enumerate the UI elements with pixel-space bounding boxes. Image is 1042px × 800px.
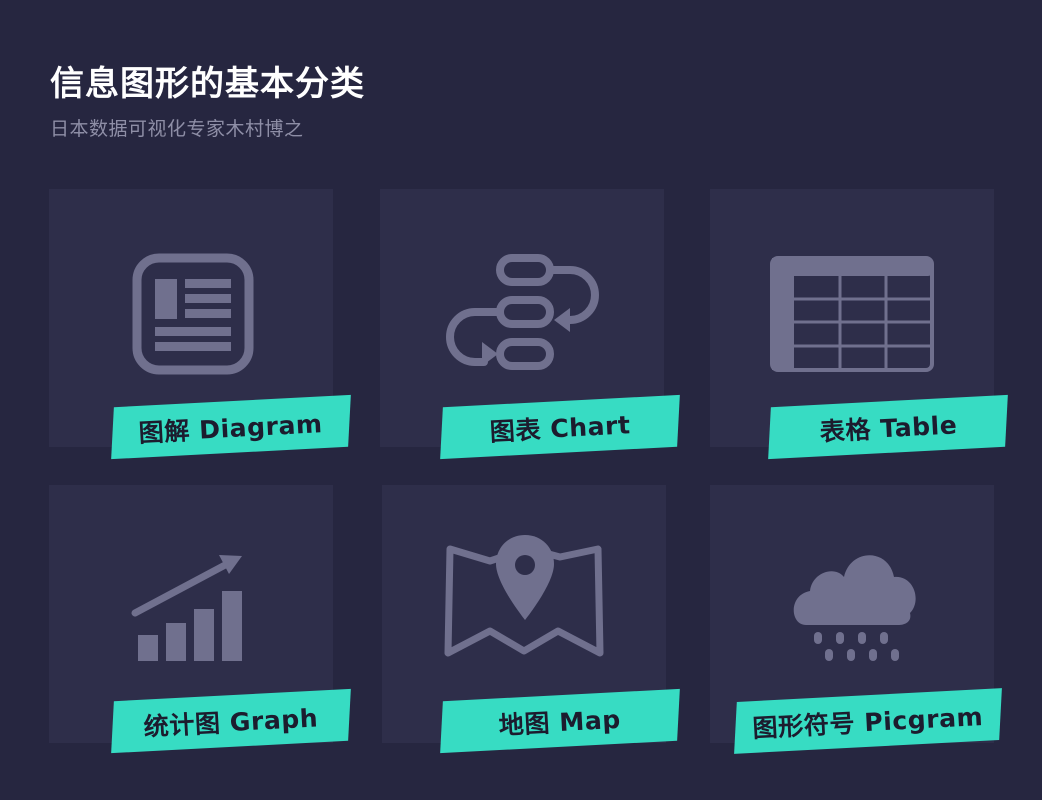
- tag-chart: 图表 Chart: [440, 394, 680, 460]
- tag-chart-label: 图表 Chart: [489, 410, 632, 447]
- page-subtitle: 日本数据可视化专家木村博之: [50, 118, 304, 140]
- card-diagram: 图解 Diagram: [49, 189, 351, 460]
- tag-diagram-label: 图解 Diagram: [138, 409, 324, 448]
- tag-table-label: 表格 Table: [818, 410, 958, 447]
- tag-graph: 统计图 Graph: [111, 688, 351, 754]
- tag-picgram-label: 图形符号 Picgram: [752, 702, 985, 743]
- card-chart: 图表 Chart: [380, 189, 680, 460]
- tag-table: 表格 Table: [768, 394, 1008, 460]
- tag-map-label: 地图 Map: [498, 704, 622, 741]
- page-title: 信息图形的基本分类: [50, 64, 365, 104]
- tag-diagram: 图解 Diagram: [111, 394, 351, 460]
- card-graph: 统计图 Graph: [49, 485, 351, 754]
- card-picgram: 图形符号 Picgram: [710, 485, 1002, 754]
- tag-graph-label: 统计图 Graph: [143, 703, 320, 742]
- card-table: 表格 Table: [710, 189, 1008, 460]
- tag-map: 地图 Map: [440, 688, 680, 754]
- card-map: 地图 Map: [382, 485, 680, 754]
